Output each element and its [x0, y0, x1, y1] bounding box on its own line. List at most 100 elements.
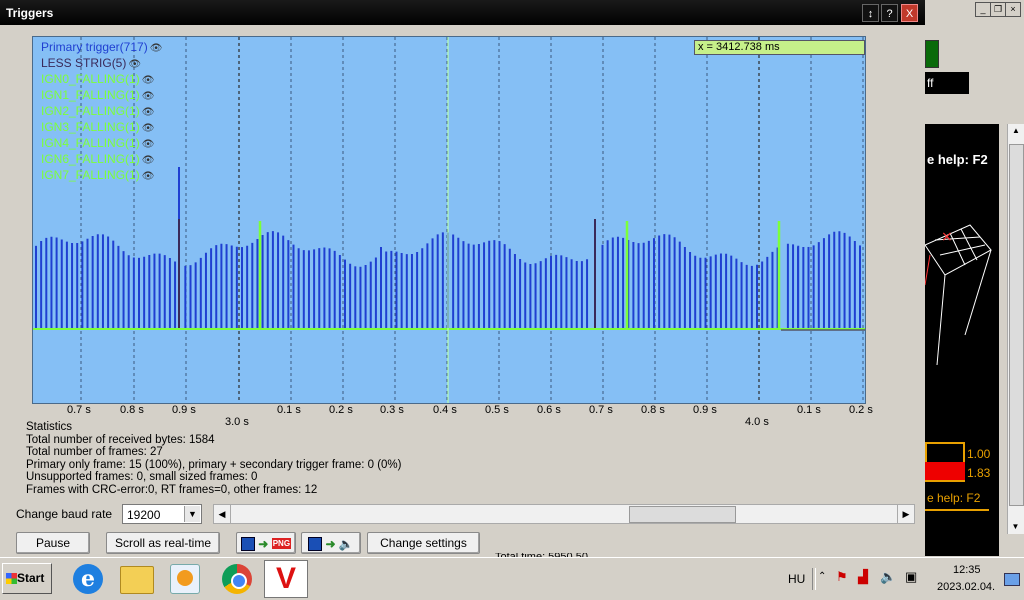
- help-button[interactable]: ?: [881, 4, 898, 22]
- statistics-line: Primary only frame: 15 (100%), primary +…: [26, 458, 402, 471]
- bg-edit-field[interactable]: ff: [925, 72, 969, 94]
- close-icon[interactable]: ×: [1005, 2, 1021, 17]
- minimize-icon[interactable]: _: [975, 2, 991, 17]
- scroll-right-arrow[interactable]: ▶: [897, 505, 914, 523]
- arrow-right-icon: ➜: [258, 536, 269, 551]
- legend-label: IGN7_FALLING(1): [41, 168, 140, 182]
- x-tick-label: 0.5 s: [485, 404, 509, 416]
- x-tick-label: 0.7 s: [67, 404, 91, 416]
- floppy-icon: [308, 536, 323, 551]
- x-tick-label: 0.6 s: [537, 404, 561, 416]
- taskbar-divider: [812, 568, 816, 590]
- x-tick-label: 0.4 s: [433, 404, 457, 416]
- close-button[interactable]: X: [901, 4, 918, 22]
- usb-device-icon[interactable]: ▣: [905, 569, 917, 585]
- scroll-thumb[interactable]: [629, 506, 736, 523]
- volume-icon[interactable]: 🔈: [880, 569, 896, 585]
- restore-icon[interactable]: ❐: [990, 2, 1006, 17]
- chevron-down-icon[interactable]: ▼: [184, 506, 200, 522]
- legend-item[interactable]: IGN6_FALLING(1) 👁: [41, 152, 162, 168]
- help-hint-2: e help: F2: [927, 491, 981, 505]
- language-indicator[interactable]: HU: [788, 572, 805, 586]
- active-app-v-icon[interactable]: V: [264, 560, 308, 598]
- file-explorer-icon[interactable]: [120, 566, 154, 594]
- legend-item[interactable]: IGN2_FALLING(1) 👁: [41, 104, 162, 120]
- statistics-line: Unsupported frames: 0, small sized frame…: [26, 471, 258, 483]
- x-tick-label: 0.8 s: [120, 404, 144, 416]
- legend-item[interactable]: LESS STRIG(5) 👁: [41, 56, 162, 72]
- pause-button[interactable]: Pause: [16, 532, 90, 554]
- scroll-up-arrow[interactable]: ▲: [1008, 124, 1024, 138]
- speaker-icon: 🔈: [338, 536, 354, 551]
- legend-item[interactable]: IGN1_FALLING(1) 👁: [41, 88, 162, 104]
- eye-icon[interactable]: 👁: [142, 91, 155, 102]
- chrome-icon[interactable]: [222, 564, 252, 594]
- legend-item[interactable]: IGN4_FALLING(1) 👁: [41, 136, 162, 152]
- taskbar: Start e V HU ⌃ ⚑ ▟ 🔈 ▣ 12:35 2023.02.04.: [0, 557, 1024, 600]
- arrow-right-icon: ➜: [325, 536, 336, 551]
- x-tick-label: 0.7 s: [589, 404, 613, 416]
- eye-icon[interactable]: 👁: [150, 43, 163, 54]
- show-hidden-icons-icon[interactable]: ⌃: [818, 571, 826, 582]
- x-major-label: 4.0 s: [745, 416, 769, 428]
- trigger-plot[interactable]: Primary trigger(717) 👁 LESS STRIG(5) 👁 IGN0_…: [32, 36, 866, 404]
- gauge-value-2: 1.83: [967, 466, 991, 480]
- legend-label: Primary trigger(717): [41, 40, 148, 54]
- bg-window-titlebar: _ ❐ ×: [925, 0, 1024, 21]
- eye-icon[interactable]: 👁: [128, 59, 141, 70]
- internet-explorer-icon[interactable]: e: [73, 564, 103, 594]
- legend-item[interactable]: Primary trigger(717) 👁: [41, 40, 162, 56]
- legend-item[interactable]: IGN0_FALLING(1) 👁: [41, 72, 162, 88]
- cursor-readout: x = 3412.738 ms: [694, 40, 865, 55]
- help-hint-1: e help: F2: [927, 152, 988, 167]
- x-tick-label: 0.1 s: [797, 404, 821, 416]
- x-tick-label: 0.8 s: [641, 404, 665, 416]
- orange-divider: [925, 509, 989, 511]
- start-button[interactable]: Start: [2, 563, 52, 594]
- network-icon[interactable]: ▟: [858, 569, 868, 585]
- scroll-realtime-button[interactable]: Scroll as real-time: [106, 532, 220, 554]
- plot-legend: Primary trigger(717) 👁 LESS STRIG(5) 👁 IGN0_…: [41, 40, 162, 184]
- clock-date[interactable]: 2023.02.04.: [937, 581, 995, 593]
- save-png-button[interactable]: ➜ PNG: [236, 532, 296, 554]
- windows-logo-icon: [6, 573, 17, 585]
- legend-label: IGN4_FALLING(1): [41, 136, 140, 150]
- eye-icon[interactable]: 👁: [142, 155, 155, 166]
- x-tick-label: 0.9 s: [693, 404, 717, 416]
- legend-item[interactable]: IGN7_FALLING(1) 👁: [41, 168, 162, 184]
- baud-select[interactable]: 19200 ▼: [122, 504, 202, 524]
- png-badge: PNG: [271, 538, 292, 550]
- status-led: [925, 40, 939, 68]
- background-window: _ ❐ × ff e help: F2 × 1.00 1.83 e help: …: [925, 0, 1024, 557]
- gauge-bar-red: [925, 462, 965, 480]
- baud-value: 19200: [127, 508, 161, 522]
- 3d-plot-preview: ×: [925, 224, 992, 366]
- clock-time[interactable]: 12:35: [953, 564, 981, 576]
- change-settings-button[interactable]: Change settings: [367, 532, 480, 554]
- eye-icon[interactable]: 👁: [142, 139, 155, 150]
- time-scrollbar[interactable]: ◀ ▶: [213, 504, 915, 524]
- legend-item[interactable]: IGN3_FALLING(1) 👁: [41, 120, 162, 136]
- eye-icon[interactable]: 👁: [142, 75, 155, 86]
- window-title-bar: Triggers ↕ ? X: [0, 0, 925, 25]
- svg-text:×: ×: [941, 229, 953, 245]
- x-tick-label: 0.2 s: [329, 404, 353, 416]
- show-desktop-icon[interactable]: [1004, 573, 1020, 586]
- scroll-left-arrow[interactable]: ◀: [214, 505, 231, 523]
- statistics-panel: Statistics Total number of received byte…: [26, 421, 401, 496]
- media-player-icon[interactable]: [170, 564, 200, 594]
- legend-label: IGN1_FALLING(1): [41, 88, 140, 102]
- eye-icon[interactable]: 👁: [142, 107, 155, 118]
- window-title: Triggers: [6, 6, 54, 20]
- resize-button[interactable]: ↕: [862, 4, 879, 22]
- gauge-value-1: 1.00: [967, 447, 991, 461]
- scroll-down-arrow[interactable]: ▼: [1008, 520, 1023, 534]
- x-tick-label: 0.9 s: [172, 404, 196, 416]
- eye-icon[interactable]: 👁: [142, 171, 155, 182]
- eye-icon[interactable]: 👁: [142, 123, 155, 134]
- bg-vertical-scrollbar[interactable]: ▲ ▼: [1007, 124, 1024, 534]
- legend-label: IGN0_FALLING(1): [41, 72, 140, 86]
- save-sound-button[interactable]: ➜ 🔈: [301, 532, 361, 554]
- action-center-icon[interactable]: ⚑: [836, 569, 848, 585]
- bg-scroll-thumb[interactable]: [1009, 144, 1024, 506]
